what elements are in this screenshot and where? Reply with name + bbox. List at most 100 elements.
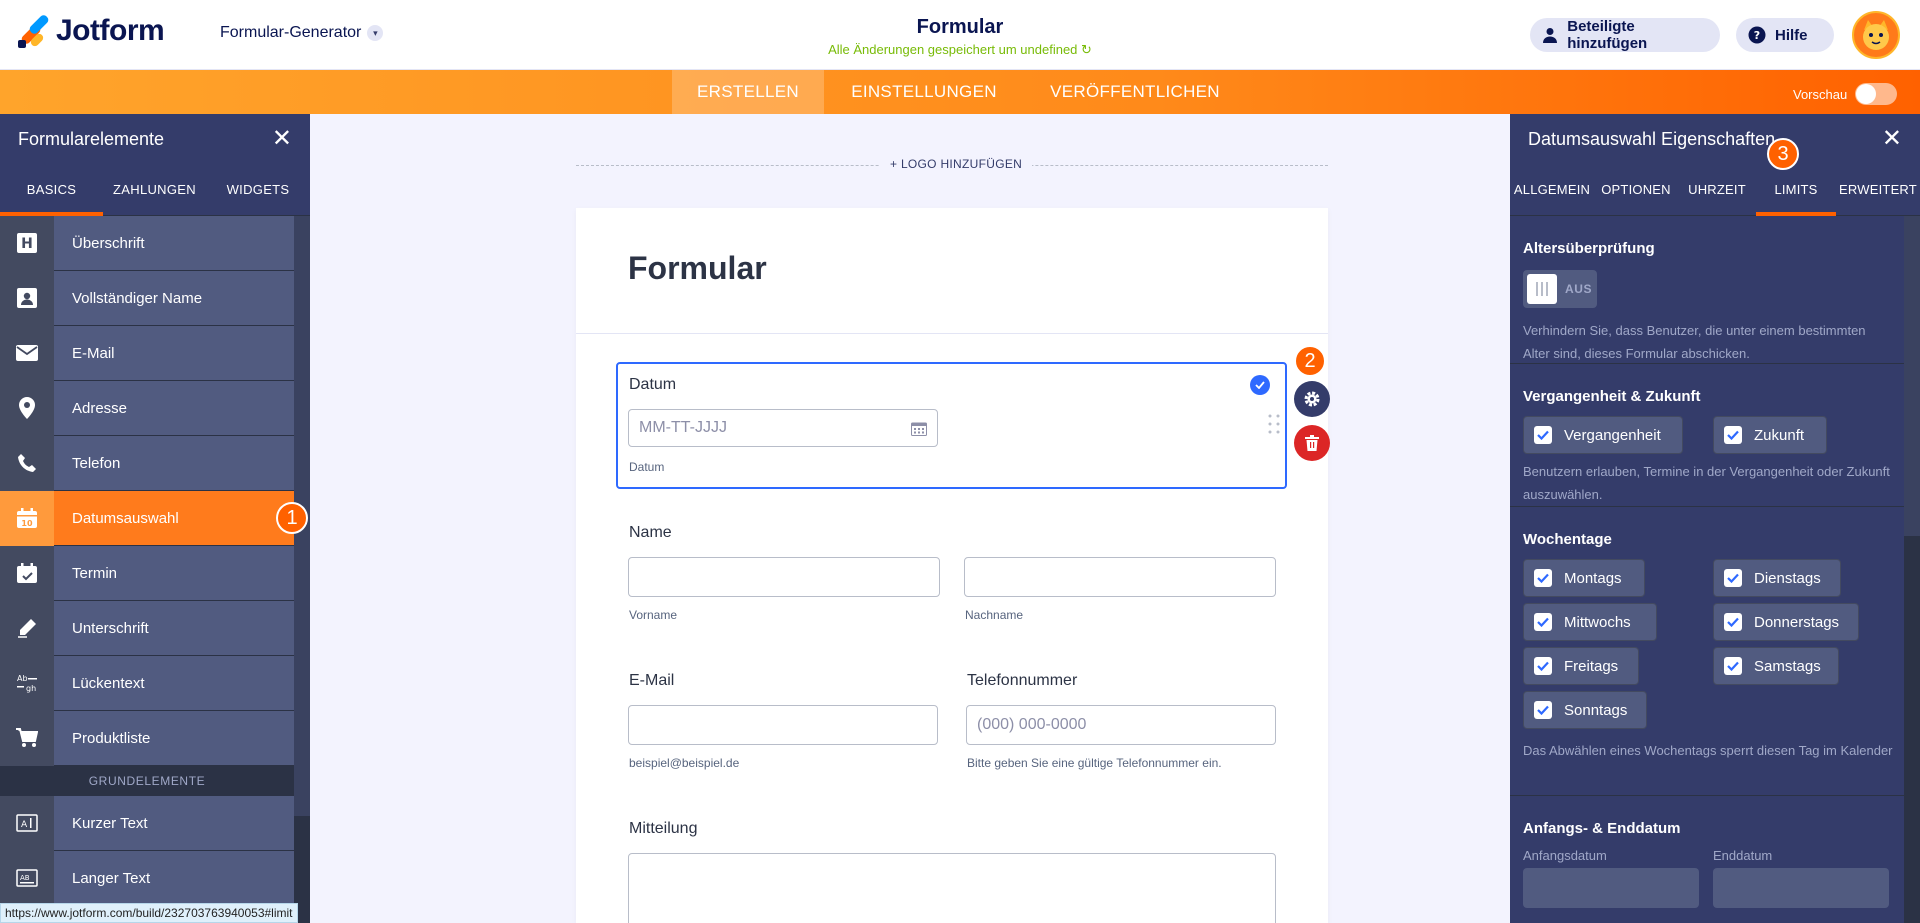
form-card: Formular Datum MM-TT-JJJJ Datum Name Vor… — [576, 208, 1328, 923]
checkbox-label: Donnerstags — [1754, 613, 1840, 631]
save-status-text: Alle Änderungen gespeichert um undefined — [828, 42, 1078, 57]
tab-optionen[interactable]: OPTIONEN — [1594, 164, 1678, 215]
builder-navbar: ERSTELLEN EINSTELLUNGEN VERÖFFENTLICHEN … — [0, 70, 1920, 114]
tab-einstellungen[interactable]: EINSTELLUNGEN — [824, 70, 1024, 114]
start-date-input[interactable] — [1523, 868, 1699, 908]
close-icon[interactable]: ✕ — [272, 127, 292, 151]
help-button[interactable]: ? Hilfe — [1736, 18, 1834, 52]
tab-veroeffentlichen[interactable]: VERÖFFENTLICHEN — [1024, 70, 1246, 114]
element-signature[interactable]: Unterschrift — [0, 600, 294, 656]
element-label: Lückentext — [72, 674, 145, 692]
tab-limits[interactable]: LIMITS — [1756, 164, 1836, 216]
element-datepicker[interactable]: 10 Datumsauswahl — [0, 490, 294, 546]
calendar-icon: 10 — [0, 490, 54, 546]
avatar[interactable] — [1852, 11, 1900, 59]
checkbox-checked-icon — [1724, 426, 1742, 444]
tab-uhrzeit[interactable]: UHRZEIT — [1678, 164, 1756, 215]
status-bar-url: https://www.jotform.com/build/2327037639… — [0, 903, 298, 923]
tab-allgemein[interactable]: ALLGEMEIN — [1510, 164, 1594, 215]
checkbox-thursday[interactable]: Donnerstags — [1713, 603, 1859, 641]
section-past-future: Vergangenheit & Zukunft Vergangenheit Zu… — [1510, 364, 1904, 507]
right-scrollbar-thumb[interactable] — [1904, 216, 1920, 536]
first-name-sublabel: Vorname — [629, 608, 678, 622]
field-delete-button[interactable] — [1294, 425, 1330, 461]
first-name-input[interactable] — [628, 557, 940, 597]
element-product-list[interactable]: Produktliste — [0, 710, 294, 766]
element-address[interactable]: Adresse — [0, 380, 294, 436]
checkbox-past[interactable]: Vergangenheit — [1523, 416, 1683, 454]
element-label: Produktliste — [72, 729, 151, 747]
save-status: Alle Änderungen gespeichert um undefined… — [760, 42, 1160, 58]
element-appointment[interactable]: Termin — [0, 545, 294, 601]
email-input[interactable] — [628, 705, 938, 745]
element-full-name[interactable]: Vollständiger Name — [0, 270, 294, 326]
preview-toggle[interactable]: Vorschau — [1793, 83, 1898, 105]
age-check-title: Altersüberprüfung — [1523, 240, 1655, 257]
drag-handle-icon[interactable] — [1268, 414, 1280, 434]
last-name-input[interactable] — [964, 557, 1276, 597]
preview-label: Vorschau — [1793, 86, 1848, 102]
tab-erstellen[interactable]: ERSTELLEN — [672, 70, 824, 114]
phone-sublabel: Bitte geben Sie eine gültige Telefonnumm… — [967, 756, 1222, 770]
left-panel-title: Formularelemente — [18, 128, 165, 149]
element-heading[interactable]: H Überschrift — [0, 215, 294, 271]
element-label: Datumsauswahl — [72, 509, 179, 527]
element-fill-blank[interactable]: Ab gh Lückentext — [0, 655, 294, 711]
phone-input[interactable]: (000) 000-0000 — [966, 705, 1276, 745]
element-email[interactable]: E-Mail — [0, 325, 294, 381]
step-badge-2: 2 — [1294, 345, 1326, 377]
tab-erweitert[interactable]: ERWEITERT — [1836, 164, 1920, 215]
properties-tabs: ALLGEMEIN OPTIONEN UHRZEIT LIMITS ERWEIT… — [1510, 164, 1920, 216]
phone-label: Telefonnummer — [967, 672, 1078, 689]
date-input[interactable]: MM-TT-JJJJ — [628, 409, 938, 447]
builder-switcher[interactable]: Formular-Generator ▾ — [220, 24, 384, 42]
invite-button[interactable]: Beteiligte hinzufügen — [1530, 18, 1720, 52]
form-title-area: Formular Alle Änderungen gespeichert um … — [760, 16, 1160, 58]
element-label: Vollständiger Name — [72, 289, 203, 307]
gear-icon — [1304, 391, 1320, 407]
element-label: Kurzer Text — [72, 814, 148, 832]
element-short-text[interactable]: A Kurzer Text — [0, 795, 294, 851]
checkbox-label: Zukunft — [1754, 426, 1805, 444]
preview-switch[interactable] — [1855, 83, 1898, 105]
checkbox-friday[interactable]: Freitags — [1523, 647, 1639, 685]
message-textarea[interactable] — [628, 853, 1276, 923]
long-text-icon: AB — [0, 850, 54, 906]
message-label: Mitteilung — [629, 820, 698, 837]
end-date-input[interactable] — [1713, 868, 1889, 908]
checkbox-checked-icon — [1724, 569, 1742, 587]
element-label: Telefon — [72, 454, 121, 472]
checkbox-sunday[interactable]: Sonntags — [1523, 691, 1647, 729]
checkbox-future[interactable]: Zukunft — [1713, 416, 1827, 454]
form-title[interactable]: Formular — [760, 16, 1160, 39]
checkbox-label: Mittwochs — [1564, 613, 1631, 631]
element-phone[interactable]: Telefon — [0, 435, 294, 491]
map-pin-icon — [0, 380, 54, 436]
properties-panel: Datumsauswahl Eigenschaften ✕ ALLGEMEIN … — [1510, 114, 1920, 923]
help-label: Hilfe — [1775, 26, 1808, 44]
element-label: Langer Text — [72, 869, 151, 887]
close-icon[interactable]: ✕ — [1882, 127, 1902, 151]
phone-placeholder: (000) 000-0000 — [977, 716, 1087, 733]
end-date-label: Enddatum — [1713, 848, 1773, 863]
checkbox-checked-icon — [1534, 657, 1552, 675]
checkbox-saturday[interactable]: Samstags — [1713, 647, 1839, 685]
start-date-label: Anfangsdatum — [1523, 848, 1607, 863]
tab-widgets[interactable]: WIDGETS — [206, 164, 310, 215]
age-check-desc: Verhindern Sie, dass Benutzer, die unter… — [1523, 323, 1866, 361]
checkbox-wednesday[interactable]: Mittwochs — [1523, 603, 1657, 641]
tab-zahlungen[interactable]: ZAHLUNGEN — [103, 164, 206, 215]
checkbox-tuesday[interactable]: Dienstags — [1713, 559, 1841, 597]
form-heading[interactable]: Formular — [628, 250, 767, 287]
jotform-logo[interactable]: Jotform — [18, 13, 165, 48]
chevron-down-icon: ▾ — [367, 25, 384, 41]
add-logo-button[interactable]: + LOGO HINZUFÜGEN — [880, 157, 1033, 171]
field-settings-button[interactable] — [1294, 381, 1330, 417]
svg-text:?: ? — [1754, 29, 1760, 42]
calendar-icon[interactable] — [911, 421, 927, 441]
age-check-toggle[interactable]: AUS — [1523, 270, 1597, 308]
checkbox-monday[interactable]: Montags — [1523, 559, 1645, 597]
element-long-text[interactable]: AB Langer Text — [0, 850, 294, 906]
tab-basics[interactable]: BASICS — [0, 164, 103, 216]
checkbox-checked-icon — [1534, 426, 1552, 444]
